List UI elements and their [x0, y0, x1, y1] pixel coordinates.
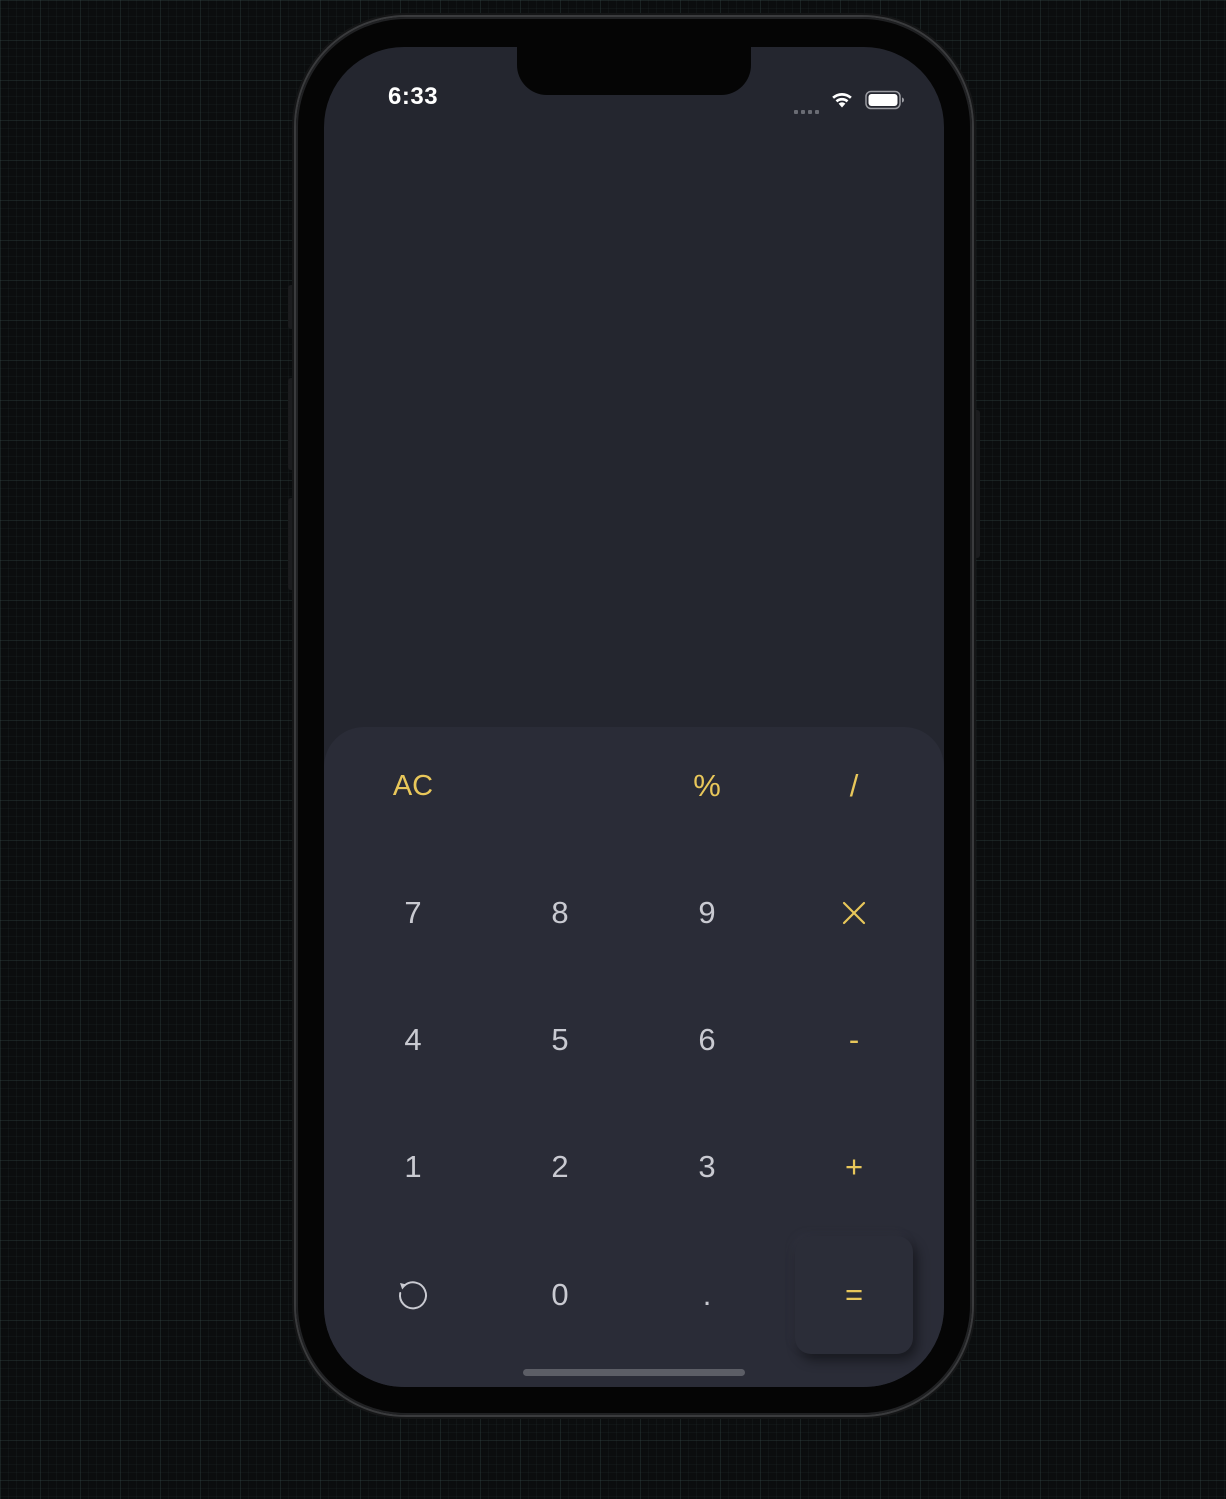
- digit-7-button[interactable]: 7: [354, 854, 472, 972]
- clear-button[interactable]: AC: [354, 727, 472, 845]
- multiply-icon: [841, 900, 867, 926]
- digit-4-button[interactable]: 4: [354, 981, 472, 1099]
- phone-frame: 6:33 AC % / 7 8 9 4 5 6 - 1 2 3 + 0 . =: [296, 17, 972, 1415]
- volume-up-button: [288, 378, 296, 470]
- digit-5-button[interactable]: 5: [501, 981, 619, 1099]
- digit-1-button[interactable]: 1: [354, 1108, 472, 1226]
- calculator-display: [324, 147, 944, 727]
- app-screen: 6:33 AC % / 7 8 9 4 5 6 - 1 2 3 + 0 . =: [324, 47, 944, 1387]
- divide-button[interactable]: /: [795, 727, 913, 845]
- digit-6-button[interactable]: 6: [648, 981, 766, 1099]
- digit-9-button[interactable]: 9: [648, 854, 766, 972]
- calculator-keypad: AC % / 7 8 9 4 5 6 - 1 2 3 + 0 . =: [324, 727, 944, 1387]
- volume-down-button: [288, 498, 296, 590]
- wifi-icon: [829, 89, 855, 114]
- home-indicator[interactable]: [523, 1369, 745, 1376]
- device-notch: [517, 47, 751, 95]
- decimal-button[interactable]: .: [648, 1236, 766, 1354]
- silent-switch: [288, 285, 296, 329]
- add-button[interactable]: +: [795, 1108, 913, 1226]
- digit-2-button[interactable]: 2: [501, 1108, 619, 1226]
- power-button: [972, 410, 980, 558]
- battery-full-icon: [865, 90, 905, 115]
- digit-3-button[interactable]: 3: [648, 1108, 766, 1226]
- cellular-signal-icon: [794, 101, 822, 114]
- multiply-button[interactable]: [795, 854, 913, 972]
- digit-8-button[interactable]: 8: [501, 854, 619, 972]
- history-icon: [395, 1277, 431, 1313]
- percent-button[interactable]: %: [648, 727, 766, 845]
- digit-0-button[interactable]: 0: [501, 1236, 619, 1354]
- status-time: 6:33: [388, 83, 439, 110]
- equals-button[interactable]: =: [795, 1236, 913, 1354]
- history-button[interactable]: [354, 1236, 472, 1354]
- subtract-button[interactable]: -: [795, 981, 913, 1099]
